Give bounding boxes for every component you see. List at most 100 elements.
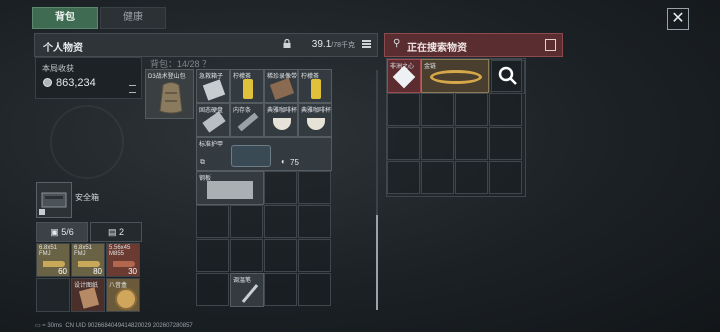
grid-cell[interactable] [421,161,454,194]
tab-backpack[interactable]: 背包 [32,7,98,29]
pen-icon [241,284,259,303]
armor-durability: 75 [290,158,299,167]
can-icon [311,79,321,99]
ammo-item[interactable]: 6.8x51 FMJ 80 [71,243,105,277]
tab-health[interactable]: 健康 [100,7,166,29]
ping-value: 30ms [47,323,62,329]
steel-plate-icon [207,181,253,199]
item-label: 金链 [424,64,437,70]
inventory-title: 个人物资 [43,43,83,54]
backpack-item[interactable]: 稀珍录像带 [264,69,298,103]
ammo-label: 6.8x51 FMJ [39,245,58,257]
backpack-item[interactable]: 内存条 [230,103,264,137]
weight-lock-icon [283,39,291,48]
ammo-label: 6.8x51 FMJ [74,245,93,257]
ammo-item[interactable]: 5.56x45 M855 30 [106,243,140,277]
coffee-cup-icon [307,118,325,130]
grid-cell[interactable] [196,273,229,306]
equipped-backpack-label: D3战术登山包 [148,74,186,80]
blueprint-icon [78,287,100,309]
grid-cell[interactable] [489,127,522,160]
durability-icon: ◐ [281,157,286,166]
item-label: 典雅咖啡杯 [267,108,298,114]
grid-cell[interactable] [298,171,331,204]
search-panel-title: 正在搜索物资 [407,43,467,54]
search-item[interactable]: 非洲之心 [387,59,421,93]
uid-text: CN UID 9026684049414820029 202607280857 [65,323,193,329]
weight-capacity: /78千克 [331,42,355,49]
grid-cell[interactable] [230,239,263,272]
backpack-item[interactable]: 柠檬茶 [298,69,332,103]
grid-cell[interactable] [264,239,297,272]
search-header-icon: ⚲ [393,38,401,49]
grid-cell[interactable] [264,205,297,238]
grid-cell[interactable] [455,161,488,194]
tool-pouch-stat[interactable]: ▤ 2 [90,222,142,242]
gold-chain-icon [430,70,482,84]
close-icon: ✕ [671,10,685,27]
grid-cell[interactable] [421,93,454,126]
grid-cell[interactable] [298,273,331,306]
backpack-item[interactable]: 钢板 [196,171,264,205]
grid-cell[interactable] [230,205,263,238]
income-value: 863,234 [56,77,96,89]
status-bar: ▭ ≈ 30ms CN UID 9026684049414820029 2026… [35,322,193,329]
grid-cell[interactable] [489,161,522,194]
tool-pouch-count: 2 [119,227,125,237]
top-tabs: 背包 健康 [32,7,166,29]
grid-cell[interactable] [298,205,331,238]
location-pin-icon[interactable] [545,39,556,51]
search-panel-header: ⚲ 正在搜索物资 [384,33,563,57]
backpack-item[interactable]: 固态硬盘 [196,103,230,137]
ammo-pouch-count: 5/6 [61,227,74,237]
medkit-icon [202,79,226,101]
list-menu-icon[interactable] [362,40,371,48]
grid-cell[interactable] [421,127,454,160]
tape-icon [269,78,295,100]
search-button[interactable] [491,60,525,94]
item-label: 典雅咖啡杯 [301,108,332,114]
inspect-icon: ⧉ [200,159,205,166]
grid-cell[interactable] [489,93,522,126]
pouch-slot-empty[interactable] [36,278,70,312]
backpack-item[interactable]: 柠檬茶 [230,69,264,103]
item-label: 内存条 [233,108,252,114]
grid-cell[interactable] [387,127,420,160]
income-menu-icon[interactable] [129,85,136,93]
close-button[interactable]: ✕ [667,8,689,30]
toolbox-icon: ▣ [50,227,59,237]
backpack-item[interactable]: 急救箱子 [196,69,230,103]
backpack-icon [159,82,183,114]
grid-cell[interactable] [196,239,229,272]
grid-cell[interactable] [298,239,331,272]
income-box: 本局收获 863,234 [35,57,142,99]
equipped-backpack-slot[interactable]: D3战术登山包 [145,69,194,119]
grid-cell[interactable] [387,93,420,126]
item-label: 稀珍录像带 [267,74,298,80]
ammo-count: 30 [128,267,137,276]
search-item[interactable]: 金链 [421,59,489,93]
canister-icon: ▤ [107,227,117,237]
item-label: 标准护甲 [199,142,224,148]
grid-cell[interactable] [196,205,229,238]
backpack-item[interactable]: 标准护甲 ◐ 75 ⧉ [196,137,332,171]
backpack-item[interactable]: 典雅咖啡杯 [264,103,298,137]
grid-cell[interactable] [264,171,297,204]
backpack-item[interactable]: 典雅咖啡杯 [298,103,332,137]
weight-value: 39.1 [311,39,332,50]
ammo-pouch-stat[interactable]: ▣ 5/6 [36,222,88,242]
item-label: 调温笔 [233,278,252,284]
music-box-item[interactable]: 八音盒 [106,278,140,312]
grid-cell[interactable] [264,273,297,306]
safebox-lock-icon [39,209,45,215]
blueprint-item[interactable]: 设计图纸 [71,278,105,312]
grid-cell[interactable] [455,93,488,126]
income-label: 本局收获 [42,64,74,73]
ammo-item[interactable]: 6.8x51 FMJ 60 [36,243,70,277]
grid-cell[interactable] [455,127,488,160]
scrollbar-thumb[interactable] [376,215,378,310]
backpack-item[interactable]: 调温笔 [230,273,264,307]
ammo-label: 5.56x45 M855 [109,245,131,257]
grid-cell[interactable] [387,161,420,194]
wifi-icon: ≈ [42,323,46,329]
